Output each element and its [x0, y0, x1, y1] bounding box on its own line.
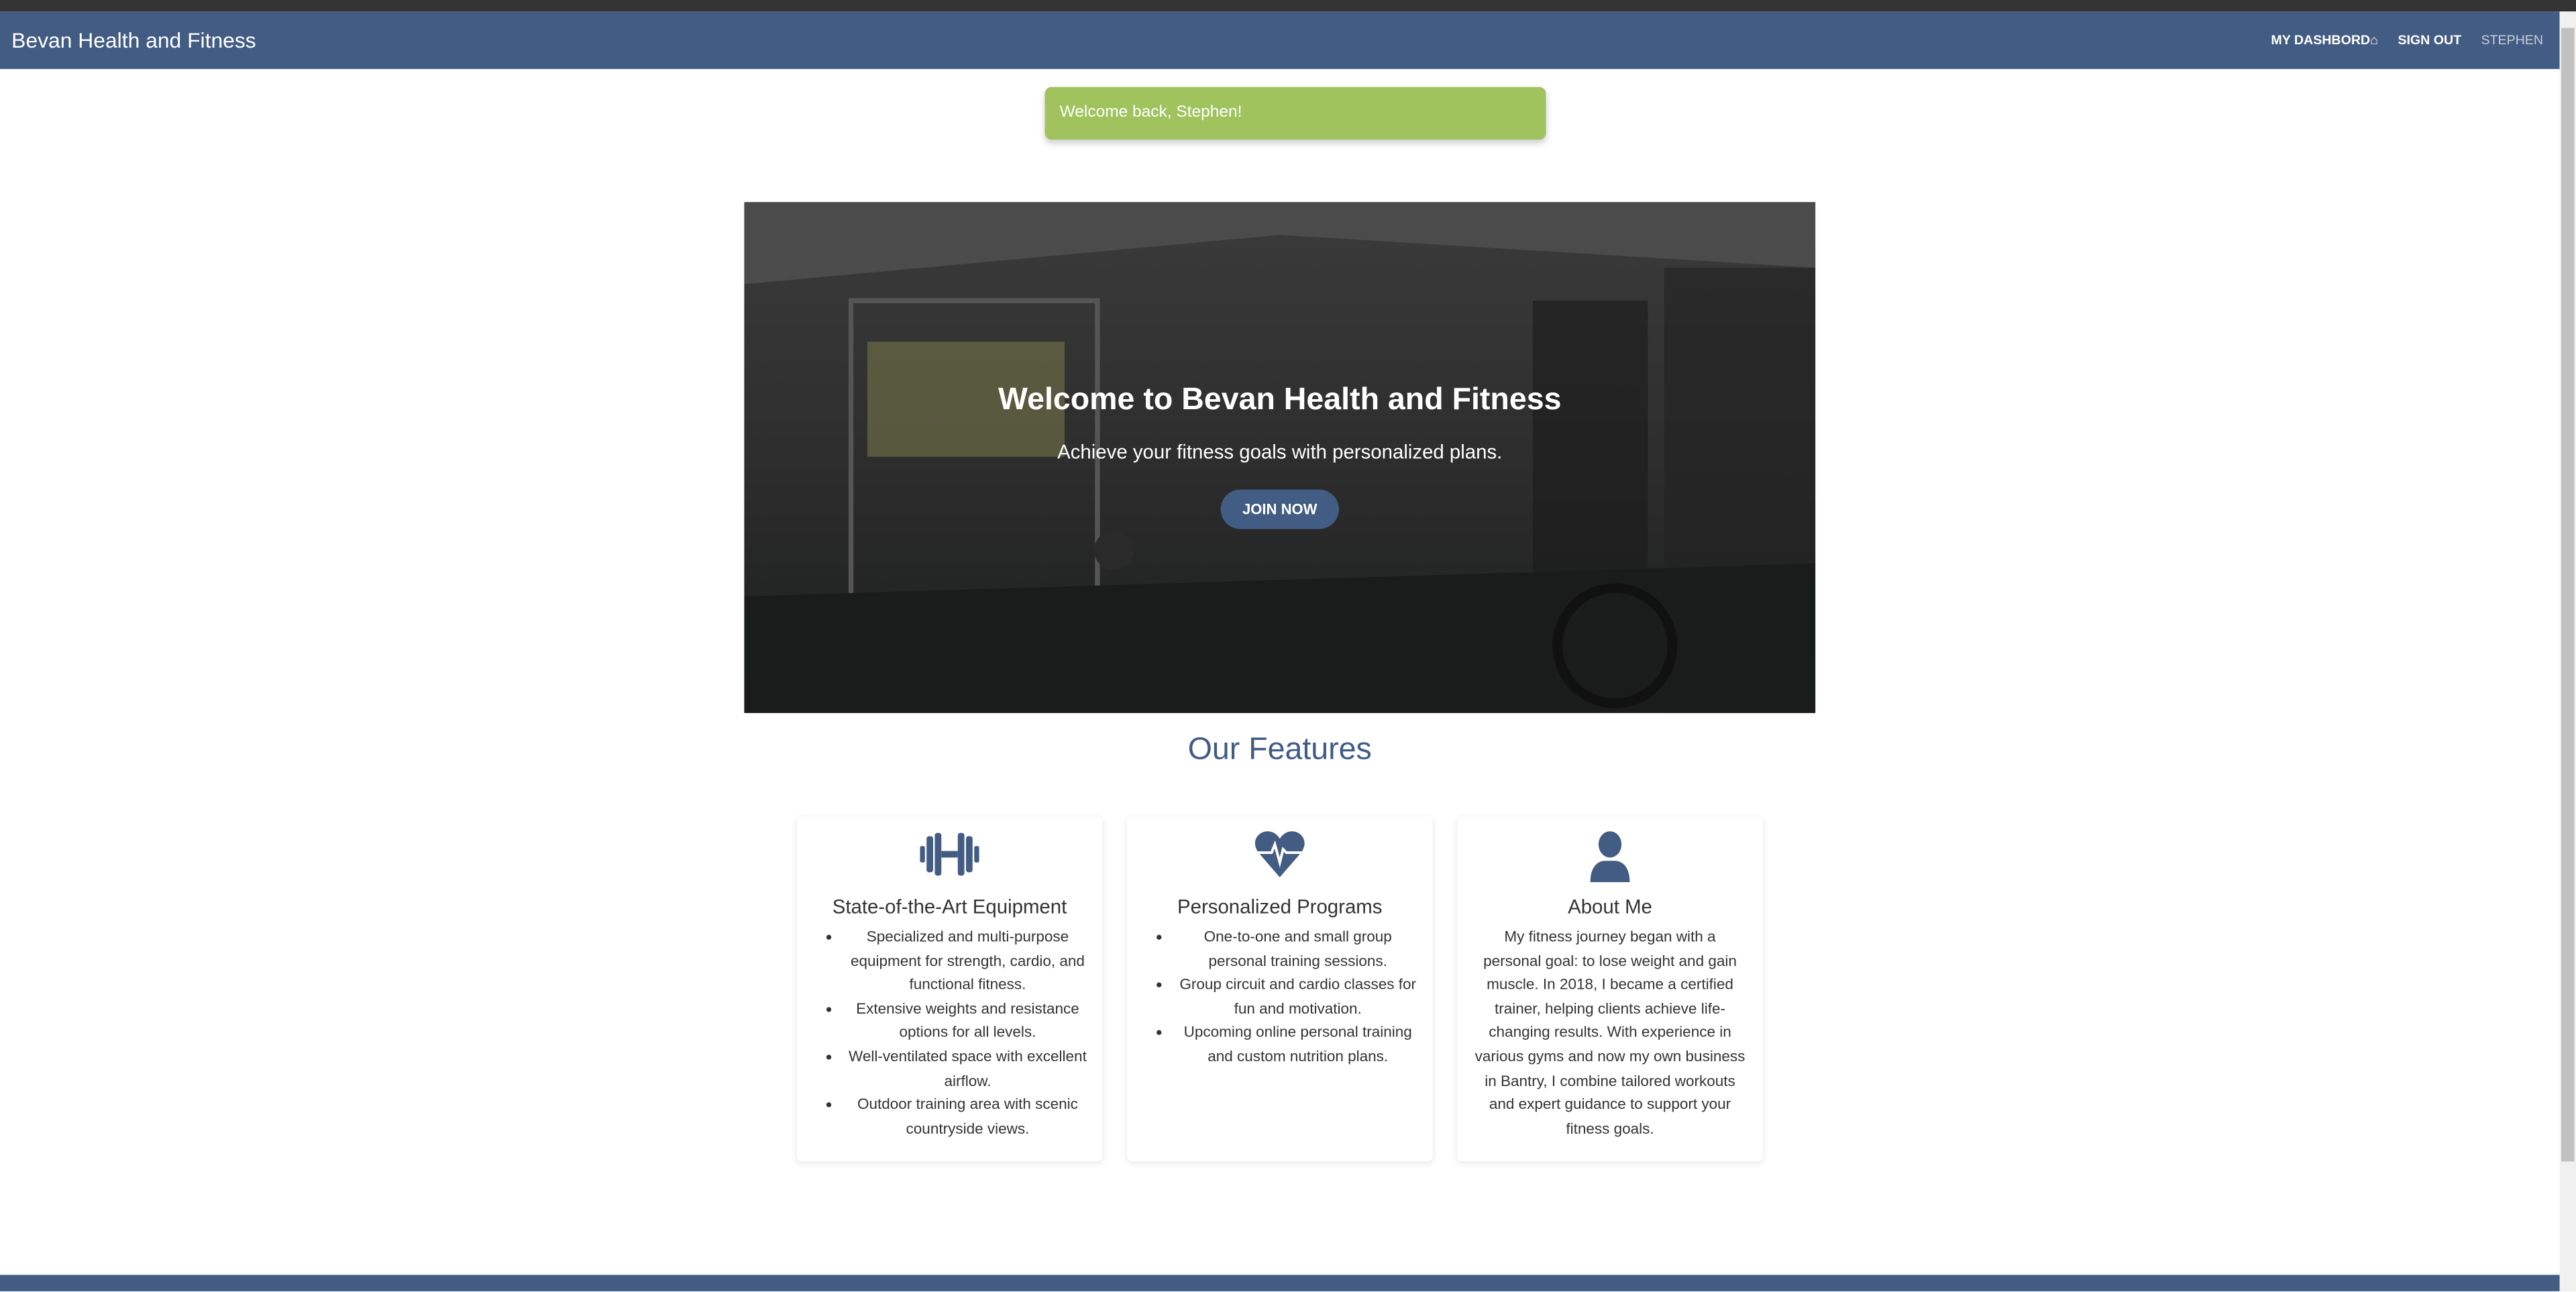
join-now-button[interactable]: JOIN NOW — [1220, 489, 1339, 529]
scrollbar[interactable] — [2559, 11, 2576, 1291]
footer — [0, 1275, 2560, 1291]
user-icon — [1457, 830, 1763, 885]
brand-link[interactable]: Bevan Health and Fitness — [11, 28, 256, 53]
feature-card-about: About Me My fitness journey began with a… — [1457, 816, 1763, 1162]
card-title: Personalized Programs — [1177, 895, 1383, 918]
list-item: Specialized and multi-purpose equipment … — [846, 925, 1089, 997]
nav-links: MY DASHBORD⌂ SIGN OUT STEPHEN — [2271, 33, 2543, 48]
list-item: Group circuit and cardio classes for fun… — [1176, 973, 1419, 1020]
hero-banner: Welcome to Bevan Health and Fitness Achi… — [744, 202, 1816, 713]
list-item: One-to-one and small group personal trai… — [1176, 925, 1419, 973]
heartbeat-icon — [1127, 830, 1433, 885]
list-item: Extensive weights and resistance options… — [846, 997, 1089, 1044]
sign-out-link[interactable]: SIGN OUT — [2398, 33, 2461, 48]
my-dashboard-link[interactable]: MY DASHBORD⌂ — [2271, 33, 2378, 48]
hero-title: Welcome to Bevan Health and Fitness — [998, 382, 1562, 418]
features-title: Our Features — [1187, 733, 1372, 767]
dumbbell-icon — [797, 830, 1103, 885]
username-label: STEPHEN — [2481, 32, 2544, 48]
hero-subtitle: Achieve your fitness goals with personal… — [1057, 440, 1503, 464]
browser-top-bar — [0, 0, 2576, 12]
list-item: Well-ventilated space with excellent air… — [846, 1044, 1089, 1092]
card-title: About Me — [1568, 895, 1652, 918]
feature-card-equipment: State-of-the-Art Equipment Specialized a… — [796, 816, 1103, 1162]
home-icon: ⌂ — [2370, 32, 2379, 48]
feature-card-programs: Personalized Programs One-to-one and sma… — [1127, 816, 1433, 1162]
list-item: Outdoor training area with scenic countr… — [846, 1093, 1089, 1140]
card-title: State-of-the-Art Equipment — [832, 895, 1067, 918]
list-item: Upcoming online personal training and cu… — [1176, 1021, 1419, 1069]
welcome-alert: Welcome back, Stephen! — [1044, 87, 1546, 140]
about-text: My fitness journey began with a personal… — [1474, 928, 1746, 1137]
dashboard-label: MY DASHBORD — [2271, 32, 2371, 48]
scrollbar-thumb[interactable] — [2561, 28, 2575, 1162]
navbar: Bevan Health and Fitness MY DASHBORD⌂ SI… — [0, 11, 2560, 69]
